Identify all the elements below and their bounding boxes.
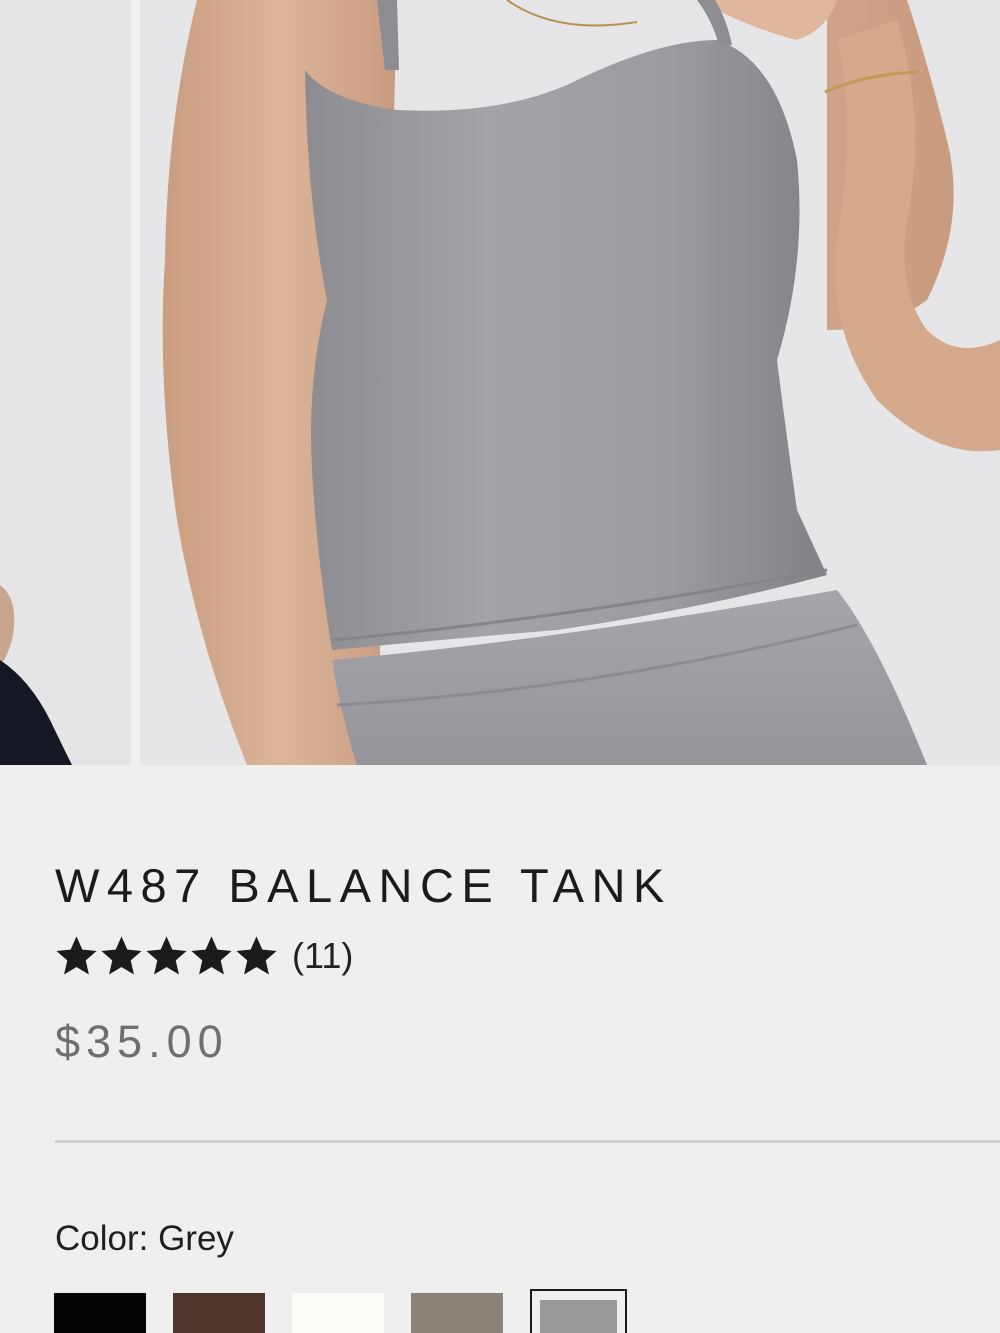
color-swatch-fill (540, 1300, 617, 1333)
color-swatch-grey[interactable] (530, 1289, 627, 1333)
star-icon (191, 935, 232, 974)
product-title: W487 BALANCE TANK (55, 859, 672, 912)
product-image-current[interactable] (137, 0, 1000, 765)
color-swatch-fill (173, 1293, 265, 1333)
product-image-gallery[interactable] (0, 0, 1000, 765)
star-icon (236, 935, 277, 974)
color-swatch-fill (411, 1293, 503, 1333)
color-swatch-brown[interactable] (173, 1290, 270, 1333)
star-icon (101, 935, 142, 974)
product-price: $35.00 (55, 1016, 229, 1067)
star-icon (146, 935, 187, 974)
color-swatches (54, 1289, 649, 1333)
divider (55, 1140, 1000, 1143)
color-swatch-fill (292, 1293, 384, 1333)
star-icon (56, 935, 97, 974)
color-swatch-taupe[interactable] (411, 1290, 508, 1333)
color-swatch-fill (54, 1293, 146, 1333)
product-rating[interactable]: (11) (55, 934, 353, 978)
star-rating (55, 935, 278, 978)
product-photo-previous (0, 0, 131, 765)
color-swatch-black[interactable] (54, 1290, 151, 1333)
color-swatch-white[interactable] (292, 1290, 389, 1333)
product-image-previous[interactable] (0, 0, 131, 765)
product-photo-main (137, 0, 1000, 765)
review-count[interactable]: (11) (292, 935, 353, 977)
color-label: Color: Grey (55, 1219, 234, 1258)
